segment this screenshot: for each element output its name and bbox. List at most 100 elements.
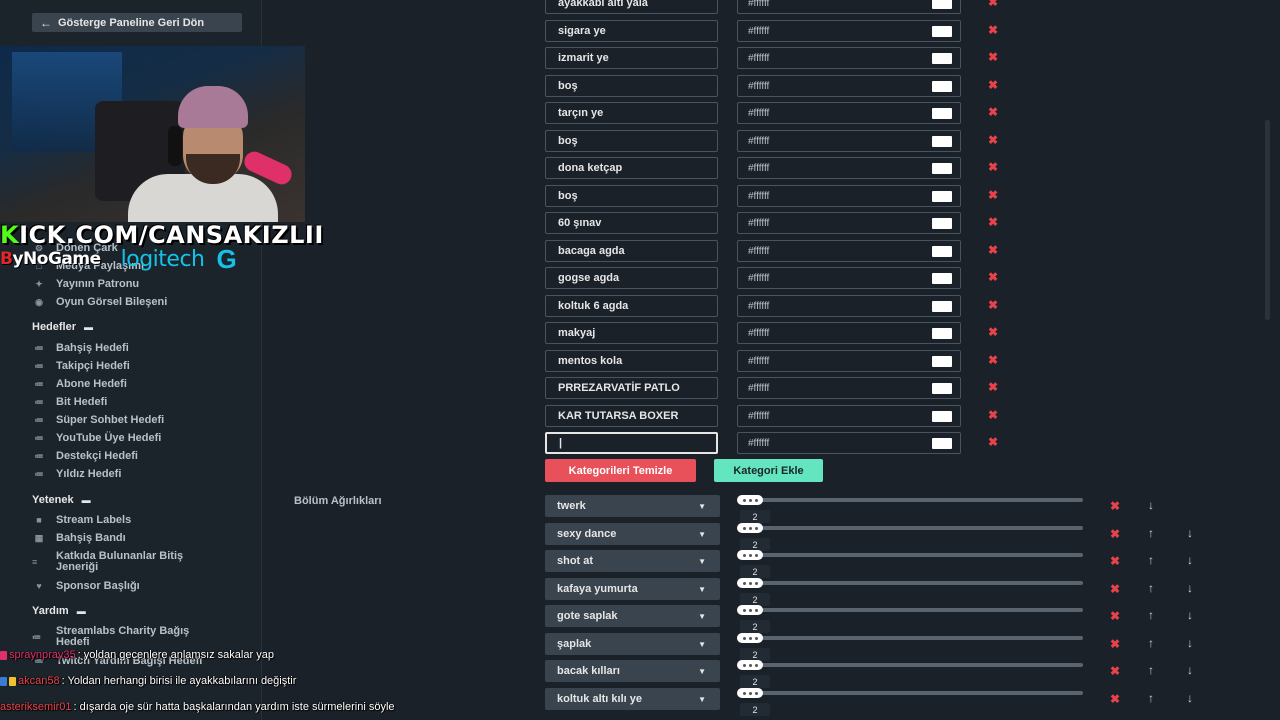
category-name-input[interactable]: mentos kola (545, 350, 718, 372)
category-name-input[interactable]: sigara ye (545, 20, 718, 42)
move-down-icon[interactable]: ↓ (1187, 636, 1193, 650)
category-name-input[interactable]: boş (545, 130, 718, 152)
delete-weight-icon[interactable]: ✖ (1110, 637, 1120, 651)
sidebar-item-bit-goal[interactable]: ≔ Bit Hedefi (32, 396, 108, 408)
color-swatch[interactable] (932, 26, 952, 37)
color-swatch[interactable] (932, 301, 952, 312)
delete-category-icon[interactable]: ✖ (988, 50, 998, 64)
weight-slider[interactable] (737, 605, 1083, 615)
sidebar-item-supporter-goal[interactable]: ≔ Destekçi Hedefi (32, 450, 138, 462)
category-color-input[interactable]: #ffffff (737, 432, 961, 454)
sidebar-item-stream-boss[interactable]: ✦ Yayının Patronu (32, 278, 139, 290)
delete-weight-icon[interactable]: ✖ (1110, 527, 1120, 541)
category-name-input[interactable]: PRREZARVATİF PATLO (545, 377, 718, 399)
category-name-input[interactable]: dona ketçap (545, 157, 718, 179)
sidebar-item-tip-ticker[interactable]: ▦ Bahşiş Bandı (32, 532, 126, 544)
delete-category-icon[interactable]: ✖ (988, 353, 998, 367)
move-up-icon[interactable]: ↑ (1148, 553, 1154, 567)
category-color-input[interactable]: #ffffff (737, 102, 961, 124)
category-color-input[interactable]: #ffffff (737, 405, 961, 427)
move-up-icon[interactable]: ↑ (1148, 581, 1154, 595)
slider-handle[interactable] (737, 578, 763, 588)
scrollbar[interactable] (1265, 120, 1270, 320)
category-color-input[interactable]: #ffffff (737, 212, 961, 234)
slider-handle[interactable] (737, 495, 763, 505)
move-down-icon[interactable]: ↓ (1187, 663, 1193, 677)
move-up-icon[interactable]: ↑ (1148, 608, 1154, 622)
move-down-icon[interactable]: ↓ (1187, 608, 1193, 622)
weight-slider[interactable] (737, 578, 1083, 588)
clear-categories-button[interactable]: Kategorileri Temizle (545, 459, 696, 482)
slider-handle[interactable] (737, 550, 763, 560)
weight-category-select[interactable]: koltuk altı kılı ye ▼ (545, 688, 720, 710)
slider-handle[interactable] (737, 688, 763, 698)
delete-category-icon[interactable]: ✖ (988, 133, 998, 147)
category-color-input[interactable]: #ffffff (737, 75, 961, 97)
category-color-input[interactable]: #ffffff (737, 267, 961, 289)
help-section-toggle[interactable]: Yardım ▬ (32, 605, 86, 617)
category-name-input[interactable]: tarçın ye (545, 102, 718, 124)
category-color-input[interactable]: #ffffff (737, 20, 961, 42)
weight-category-select[interactable]: gote saplak ▼ (545, 605, 720, 627)
add-category-button[interactable]: Kategori Ekle (714, 459, 823, 482)
color-swatch[interactable] (932, 356, 952, 367)
color-swatch[interactable] (932, 191, 952, 202)
category-name-input[interactable]: koltuk 6 agda (545, 295, 718, 317)
category-color-input[interactable]: #ffffff (737, 350, 961, 372)
color-swatch[interactable] (932, 136, 952, 147)
color-swatch[interactable] (932, 438, 952, 449)
weight-slider[interactable] (737, 660, 1083, 670)
color-swatch[interactable] (932, 81, 952, 92)
color-swatch[interactable] (932, 108, 952, 119)
move-down-icon[interactable]: ↓ (1187, 553, 1193, 567)
category-color-input[interactable]: #ffffff (737, 322, 961, 344)
delete-weight-icon[interactable]: ✖ (1110, 499, 1120, 513)
sidebar-item-sub-goal[interactable]: ≔ Abone Hedefi (32, 378, 127, 390)
color-swatch[interactable] (932, 53, 952, 64)
category-name-input[interactable]: izmarit ye (545, 47, 718, 69)
weight-category-select[interactable]: kafaya yumurta ▼ (545, 578, 720, 600)
sidebar-item-credits[interactable]: ≡ Katkıda Bulunanlar Bitiş Jeneriği (32, 551, 183, 573)
delete-weight-icon[interactable]: ✖ (1110, 664, 1120, 678)
delete-category-icon[interactable]: ✖ (988, 23, 998, 37)
category-color-input[interactable]: #ffffff (737, 130, 961, 152)
delete-category-icon[interactable]: ✖ (988, 160, 998, 174)
weight-slider[interactable] (737, 550, 1083, 560)
color-swatch[interactable] (932, 411, 952, 422)
delete-weight-icon[interactable]: ✖ (1110, 692, 1120, 706)
category-name-input[interactable]: gogse agda (545, 267, 718, 289)
category-name-input[interactable]: boş (545, 185, 718, 207)
skills-section-toggle[interactable]: Yetenek ▬ (32, 494, 91, 506)
weight-category-select[interactable]: şaplak ▼ (545, 633, 720, 655)
delete-category-icon[interactable]: ✖ (988, 435, 998, 449)
category-name-input[interactable]: boş (545, 75, 718, 97)
delete-category-icon[interactable]: ✖ (988, 105, 998, 119)
delete-weight-icon[interactable]: ✖ (1110, 609, 1120, 623)
category-color-input[interactable]: #ffffff (737, 185, 961, 207)
weight-slider[interactable] (737, 633, 1083, 643)
sidebar-item-superchat-goal[interactable]: ≔ Süper Sohbet Hedefi (32, 414, 165, 426)
move-up-icon[interactable]: ↑ (1148, 636, 1154, 650)
weight-category-select[interactable]: bacak kılları ▼ (545, 660, 720, 682)
color-swatch[interactable] (932, 328, 952, 339)
weight-slider[interactable] (737, 688, 1083, 698)
back-to-dashboard-button[interactable]: ← Gösterge Paneline Geri Dön (32, 13, 242, 32)
weight-slider[interactable] (737, 495, 1083, 505)
slider-handle[interactable] (737, 605, 763, 615)
delete-category-icon[interactable]: ✖ (988, 270, 998, 284)
delete-category-icon[interactable]: ✖ (988, 215, 998, 229)
sidebar-item-charity-goal[interactable]: ≔ Streamlabs Charity Bağış Hedefi (32, 626, 189, 648)
delete-weight-icon[interactable]: ✖ (1110, 554, 1120, 568)
color-swatch[interactable] (932, 0, 952, 9)
delete-category-icon[interactable]: ✖ (988, 325, 998, 339)
slider-handle[interactable] (737, 633, 763, 643)
move-down-icon[interactable]: ↓ (1187, 526, 1193, 540)
sidebar-item-tip-goal[interactable]: ≔ Bahşiş Hedefi (32, 342, 129, 354)
color-swatch[interactable] (932, 163, 952, 174)
color-swatch[interactable] (932, 246, 952, 257)
category-name-input[interactable]: | (545, 432, 718, 454)
move-down-icon[interactable]: ↓ (1187, 581, 1193, 595)
weight-slider[interactable] (737, 523, 1083, 533)
move-up-icon[interactable]: ↑ (1148, 663, 1154, 677)
weight-category-select[interactable]: sexy dance ▼ (545, 523, 720, 545)
